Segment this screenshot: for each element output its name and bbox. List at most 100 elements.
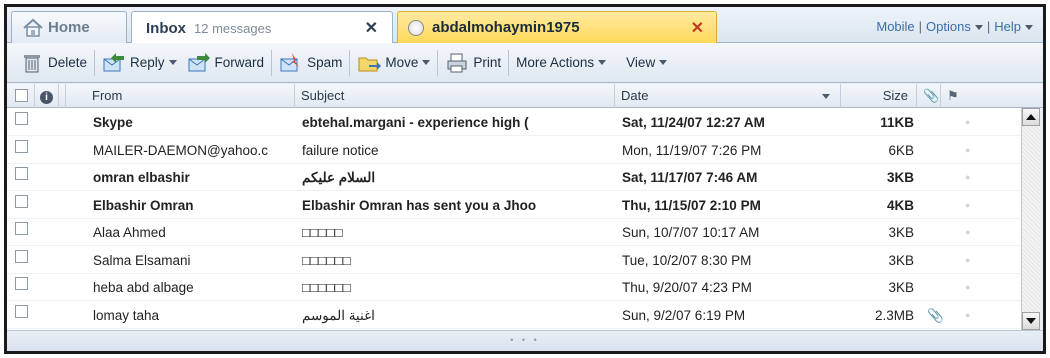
flag-dot-icon[interactable]: ● — [965, 302, 975, 329]
close-icon[interactable]: ✕ — [691, 18, 704, 38]
scroll-down-button[interactable] — [1022, 312, 1040, 330]
message-subject: السلام عليكم — [302, 170, 376, 185]
scrollbar[interactable] — [1021, 108, 1040, 330]
spam-button[interactable]: Spam — [274, 49, 347, 77]
message-size: 4KB — [886, 197, 914, 213]
top-links: Mobile | Options | Help — [876, 19, 1033, 34]
reply-button[interactable]: Reply — [97, 49, 182, 77]
message-row[interactable]: Salma Elsamani □□□□□□ Tue, 10/2/07 8:30 PM… — [7, 247, 1025, 274]
row-checkbox[interactable] — [15, 219, 35, 246]
mobile-link[interactable]: Mobile — [876, 19, 914, 34]
pane-splitter[interactable]: • • • — [7, 330, 1043, 351]
message-subject: □□□□□ — [302, 225, 343, 240]
flag-icon: ⚑ — [947, 88, 959, 103]
forward-label: Forward — [214, 55, 265, 70]
message-row[interactable]: Alaa Ahmed □□□□□ Sun, 10/7/07 10:17 AM 3KB ● — [7, 219, 1025, 246]
row-checkbox[interactable] — [15, 247, 35, 274]
message-list-header: i From Subject Date Size 📎 ⚑ — [7, 84, 1043, 108]
home-icon — [22, 18, 44, 38]
chevron-down-icon — [1025, 25, 1033, 31]
close-icon[interactable]: ✕ — [365, 18, 378, 38]
tab-home-label: Home — [48, 19, 90, 36]
select-all-checkbox[interactable] — [7, 84, 35, 108]
tab-bar: Home Inbox 12 messages ✕ abdalmohaymin19… — [7, 7, 1043, 44]
flag-dot-icon[interactable]: ● — [965, 109, 975, 136]
message-row[interactable]: omran elbashir السلام عليكم Sat, 11/17/07 … — [7, 164, 1025, 191]
row-checkbox[interactable] — [15, 137, 35, 164]
message-row[interactable]: Skype ebtehal.margani - experience high (… — [7, 109, 1025, 136]
chevron-down-icon — [659, 60, 668, 65]
row-checkbox[interactable] — [15, 302, 35, 329]
column-from[interactable]: From — [86, 84, 295, 108]
message-date: Sat, 11/24/07 12:27 AM — [622, 115, 765, 130]
message-from: omran elbashir — [93, 170, 190, 185]
message-from: Salma Elsamani — [93, 252, 191, 268]
tab-message-label: abdalmohaymin1975 — [432, 19, 580, 36]
message-date: Sun, 10/7/07 10:17 AM — [622, 225, 760, 240]
arrow-down-icon — [1026, 318, 1036, 324]
move-button[interactable]: Move — [352, 49, 435, 77]
message-subject: Elbashir Omran has sent you a Jhoo — [302, 197, 537, 213]
column-attachment[interactable]: 📎 — [917, 84, 941, 108]
row-checkbox[interactable] — [15, 164, 35, 191]
print-label: Print — [473, 55, 502, 70]
scroll-up-button[interactable] — [1022, 108, 1040, 126]
print-button[interactable]: Print — [440, 49, 506, 77]
flag-dot-icon[interactable]: ● — [965, 192, 975, 219]
message-size: 3KB — [888, 280, 914, 295]
message-row[interactable]: Elbashir Omran Elbashir Omran has sent yo… — [7, 192, 1025, 219]
forward-button[interactable]: Forward — [182, 49, 270, 77]
message-date: Sat, 11/17/07 7:46 AM — [622, 170, 758, 185]
column-date-label: Date — [621, 88, 649, 103]
message-date: Sun, 9/2/07 6:19 PM — [622, 307, 746, 323]
message-row[interactable]: lomay taha اغنية الموسم Sun, 9/2/07 6:19 P… — [7, 302, 1025, 329]
move-label: Move — [385, 55, 419, 70]
row-checkbox[interactable] — [15, 192, 35, 219]
flag-dot-icon[interactable]: ● — [965, 274, 975, 301]
row-checkbox[interactable] — [15, 109, 35, 136]
column-subject[interactable]: Subject — [295, 84, 615, 108]
tab-message[interactable]: abdalmohaymin1975 ✕ — [397, 11, 717, 43]
message-subject: failure notice — [302, 142, 379, 158]
message-date: Thu, 9/20/07 4:23 PM — [622, 280, 752, 295]
paperclip-icon: 📎 — [927, 307, 944, 323]
view-label: View — [626, 55, 656, 70]
message-row[interactable]: heba abd albage □□□□□□ Thu, 9/20/07 4:23 P… — [7, 274, 1025, 301]
tab-inbox[interactable]: Inbox 12 messages ✕ — [131, 11, 393, 44]
flag-dot-icon[interactable]: ● — [965, 247, 975, 274]
tab-inbox-label: Inbox — [146, 19, 186, 37]
chevron-down-icon[interactable] — [422, 60, 431, 65]
column-size[interactable]: Size — [841, 84, 917, 108]
toolbar: Delete Reply Forward Spam Move Print Mor… — [7, 43, 1043, 83]
row-checkbox[interactable] — [15, 274, 35, 301]
message-date: Mon, 11/19/07 7:26 PM — [622, 142, 762, 158]
message-status-icon — [408, 19, 424, 36]
message-size: 3KB — [888, 225, 914, 240]
message-from: Skype — [93, 115, 133, 130]
message-from: heba abd albage — [93, 280, 194, 295]
more-actions-label: More Actions — [516, 55, 595, 70]
printer-icon — [445, 52, 469, 74]
tab-home[interactable]: Home — [11, 11, 127, 43]
message-date: Tue, 10/2/07 8:30 PM — [622, 252, 752, 268]
help-link[interactable]: Help — [994, 19, 1033, 34]
message-date: Thu, 11/15/07 2:10 PM — [622, 197, 761, 213]
flag-dot-icon[interactable]: ● — [965, 219, 975, 246]
chevron-down-icon — [598, 60, 607, 65]
chevron-down-icon[interactable] — [168, 60, 177, 65]
message-subject: □□□□□□ — [302, 252, 351, 268]
column-date[interactable]: Date — [615, 84, 841, 108]
grip-icon: • • • — [510, 335, 540, 345]
options-link[interactable]: Options — [926, 19, 983, 34]
message-row[interactable]: MAILER-DAEMON@yahoo.c failure notice Mon, … — [7, 137, 1025, 164]
more-actions-button[interactable]: More Actions — [511, 49, 611, 77]
view-button[interactable]: View — [621, 49, 672, 77]
flag-dot-icon[interactable]: ● — [965, 137, 975, 164]
message-subject: ebtehal.margani - experience high ( — [302, 115, 529, 130]
info-icon[interactable]: i — [35, 84, 59, 108]
column-flag[interactable]: ⚑ — [941, 84, 1025, 108]
flag-dot-icon[interactable]: ● — [965, 164, 975, 191]
forward-icon — [187, 52, 211, 74]
sort-descending-icon — [822, 94, 830, 99]
delete-button[interactable]: Delete — [15, 49, 92, 77]
